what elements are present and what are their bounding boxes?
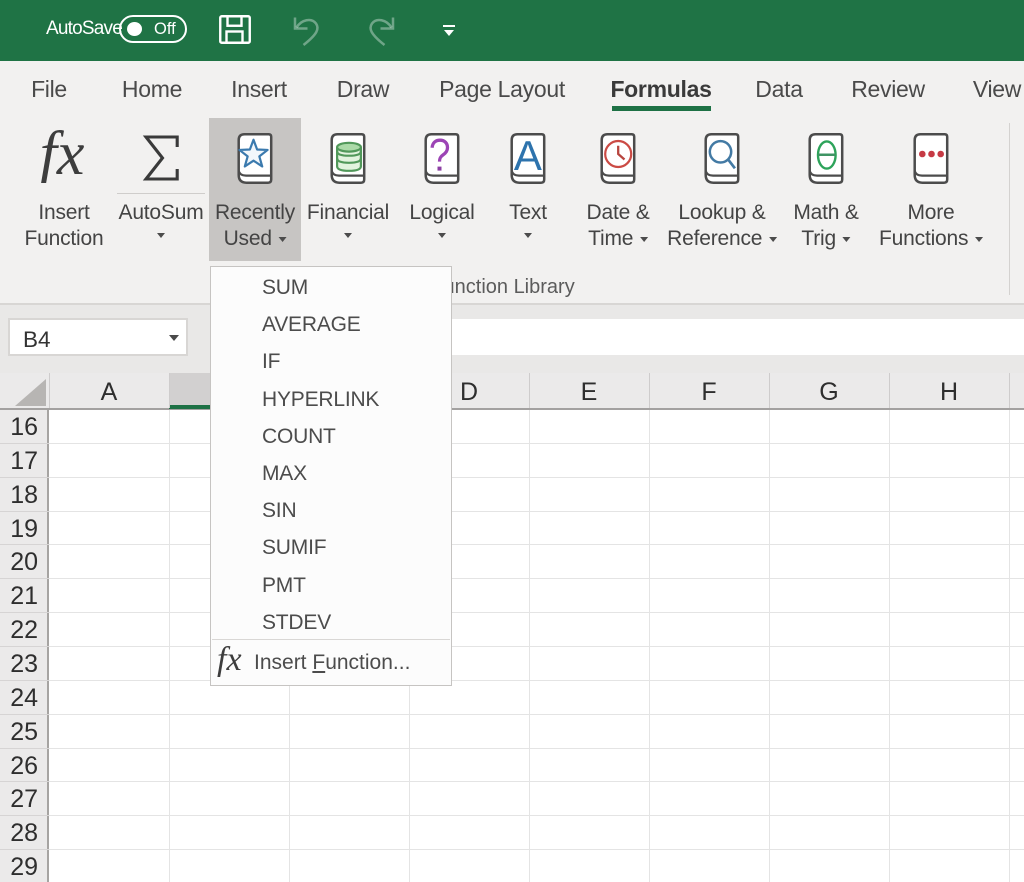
- svg-text:A: A: [514, 133, 542, 179]
